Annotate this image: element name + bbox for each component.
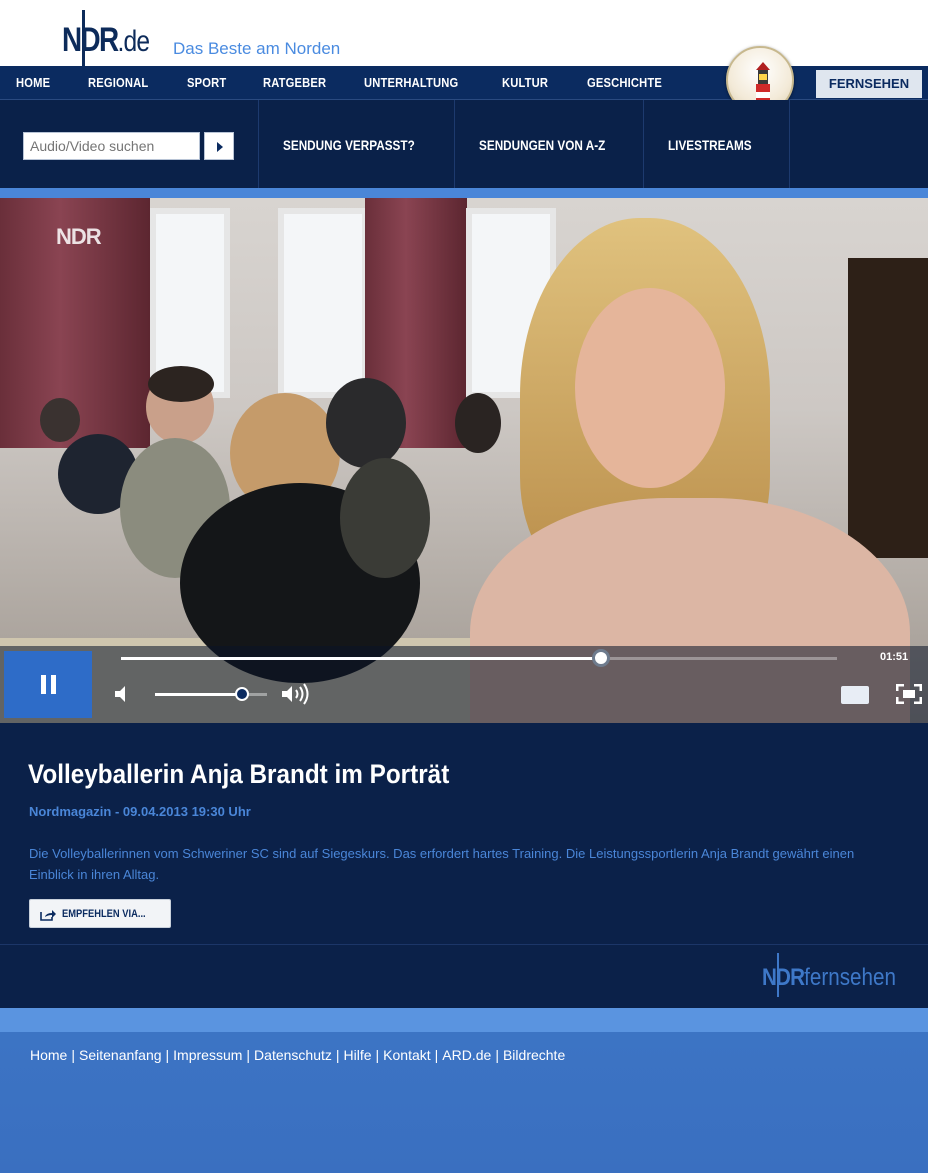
logo-suffix: .de	[117, 25, 150, 58]
footer-link-ard[interactable]: ARD.de	[442, 1047, 491, 1063]
footer-separator: |	[335, 1047, 340, 1063]
subnav-livestreams[interactable]: LIVESTREAMS	[668, 134, 752, 156]
footer-separator: |	[246, 1047, 251, 1063]
footer-separator: |	[495, 1047, 499, 1063]
pause-icon	[41, 675, 46, 694]
progress-fill	[121, 657, 601, 660]
video-watermark: NDR	[56, 224, 102, 249]
fullscreen-icon[interactable]	[896, 684, 922, 704]
subnav-divider	[258, 100, 259, 188]
share-button[interactable]: EMPFEHLEN VIA...	[29, 899, 171, 928]
video-person	[326, 378, 406, 468]
video-description: Die Volleyballerinnen vom Schweriner SC …	[29, 846, 855, 882]
video-person	[40, 398, 80, 442]
volume-fill	[155, 693, 243, 696]
subnav-divider	[643, 100, 644, 188]
mute-icon[interactable]	[113, 684, 129, 704]
nav-item-sport[interactable]: SPORT	[187, 66, 226, 100]
video-person	[340, 458, 430, 578]
ndr-fernsehen-logo[interactable]: NDRfernsehen	[762, 962, 896, 994]
footer-separator: |	[434, 1047, 439, 1063]
subnav-sendungen-a-z[interactable]: SENDUNGEN VON A-Z	[479, 134, 605, 156]
footer-link-seitenanfang[interactable]: Seitenanfang	[79, 1047, 162, 1063]
share-label: EMPFEHLEN VIA...	[62, 908, 146, 920]
video-window	[278, 208, 368, 398]
nav-item-home[interactable]: HOME	[16, 66, 50, 100]
footer-links: Home | Seitenanfang | Impressum | Datenschutz |…	[30, 1045, 565, 1065]
volume-max-icon[interactable]	[281, 683, 311, 705]
pause-icon	[51, 675, 56, 694]
footer-link-hilfe[interactable]: Hilfe	[344, 1047, 372, 1063]
subnav-sendung-verpasst[interactable]: SENDUNG VERPASST?	[283, 134, 415, 156]
subnav-divider	[454, 100, 455, 188]
video-person	[455, 393, 501, 453]
brand-ndr: NDR	[762, 964, 805, 991]
info-divider	[0, 944, 928, 945]
video-door	[848, 258, 928, 558]
nav-item-fernsehen[interactable]: FERNSEHEN	[816, 70, 922, 98]
subnav-divider	[789, 100, 790, 188]
footer-link-bildrechte[interactable]: Bildrechte	[503, 1047, 565, 1063]
nav-item-regional[interactable]: REGIONAL	[88, 66, 148, 100]
logo-main: NDR	[62, 21, 119, 59]
nav-item-geschichte[interactable]: GESCHICHTE	[587, 66, 662, 100]
play-arrow-icon	[217, 142, 223, 152]
footer-separator: |	[375, 1047, 380, 1063]
ndr-logo[interactable]: NDR.de	[62, 20, 150, 62]
accent-stripe	[0, 188, 928, 198]
footer-link-home[interactable]: Home	[30, 1047, 67, 1063]
brand-fernsehen: fernsehen	[804, 964, 896, 991]
pause-button[interactable]	[4, 651, 92, 718]
subtitle-button[interactable]	[841, 686, 869, 704]
footer-link-datenschutz[interactable]: Datenschutz	[254, 1047, 332, 1063]
video-title: Volleyballerin Anja Brandt im Porträt	[28, 759, 450, 789]
footer-separator: |	[165, 1047, 170, 1063]
footer-link-impressum[interactable]: Impressum	[173, 1047, 242, 1063]
video-meta[interactable]: Nordmagazin - 09.04.2013 19:30 Uhr	[29, 803, 251, 821]
footer-separator: |	[71, 1047, 75, 1063]
nav-item-ratgeber[interactable]: RATGEBER	[263, 66, 326, 100]
search-input[interactable]	[23, 132, 200, 160]
share-icon	[40, 910, 56, 921]
footer-link-kontakt[interactable]: Kontakt	[383, 1047, 430, 1063]
video-player[interactable]: NDR	[0, 198, 928, 723]
progress-handle[interactable]	[591, 649, 610, 667]
nav-item-unterhaltung[interactable]: UNTERHALTUNG	[364, 66, 458, 100]
search-button[interactable]	[204, 132, 234, 160]
tagline: Das Beste am Norden	[173, 39, 341, 58]
time-display: 01:51	[880, 651, 909, 663]
nav-item-kultur[interactable]: KULTUR	[502, 66, 548, 100]
video-subject-face	[575, 288, 725, 488]
video-person	[148, 366, 214, 402]
footer-stripe	[0, 1008, 928, 1032]
